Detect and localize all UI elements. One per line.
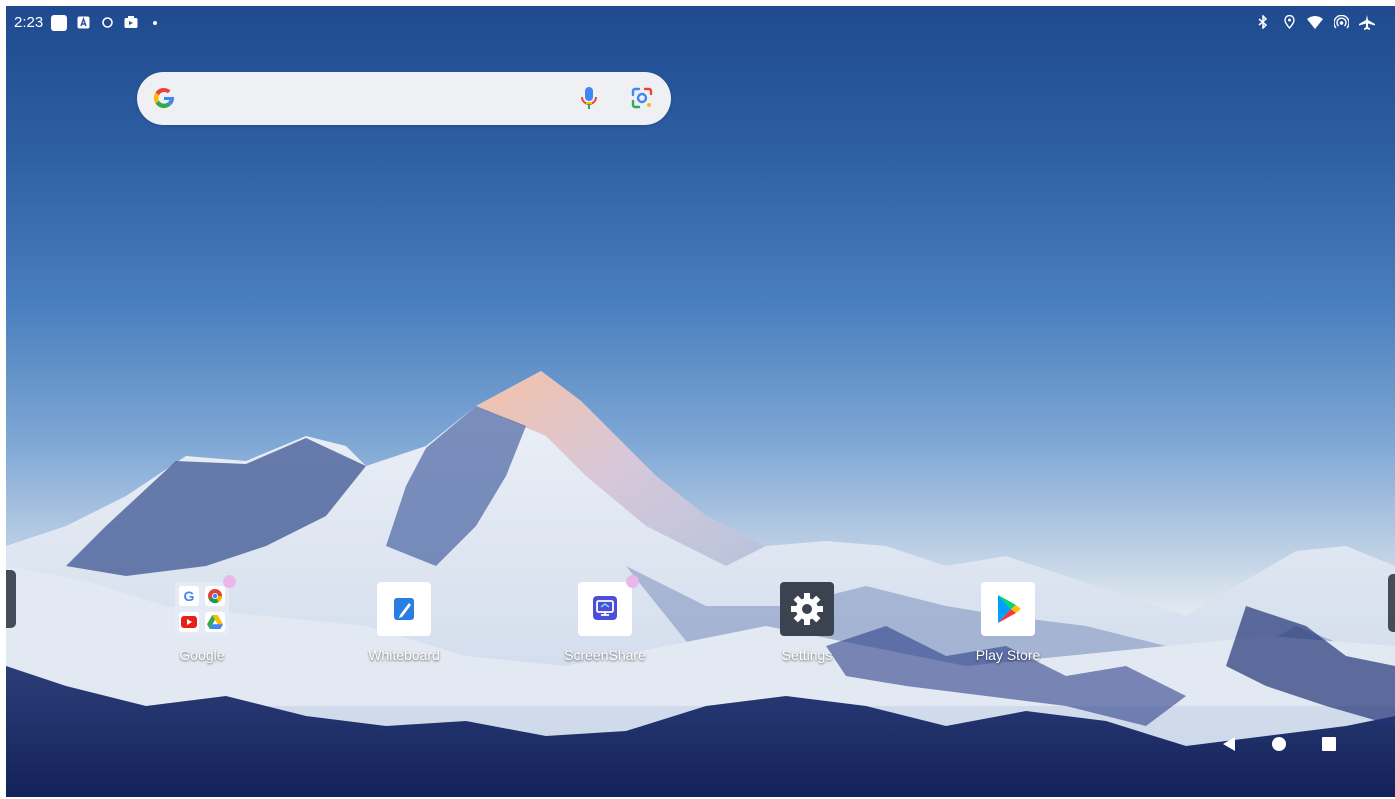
google-search-bar[interactable] (137, 72, 671, 125)
app-label: Play Store (975, 647, 1041, 663)
chrome-mini-icon (205, 586, 225, 606)
status-bar: 2:23 (6, 6, 1395, 40)
drive-mini-icon (205, 612, 225, 632)
status-bar-right (1255, 14, 1375, 30)
whiteboard-icon (377, 582, 431, 636)
google-mini-icon: G (179, 586, 199, 606)
location-icon (1281, 14, 1297, 30)
app-play-store[interactable]: Play Store (948, 582, 1068, 663)
google-folder-icon: G (175, 575, 236, 636)
home-screen: 2:23 G Google Whiteboard ScreenShare Set… (6, 6, 1395, 797)
app-square-icon (51, 14, 68, 31)
play-store-icon (981, 582, 1035, 636)
app-google-folder[interactable]: G Google (142, 575, 262, 663)
right-edge-handle[interactable] (1388, 574, 1395, 632)
youtube-mini-icon (179, 612, 199, 632)
dot-icon (147, 15, 163, 31)
notification-dot (626, 575, 639, 588)
app-label: Whiteboard (368, 647, 440, 663)
sync-circle-icon (99, 15, 115, 31)
a-box-icon (75, 15, 91, 31)
notification-dot (223, 575, 236, 588)
google-logo-icon (151, 85, 177, 116)
wifi-icon (1307, 14, 1323, 30)
left-edge-handle[interactable] (6, 570, 16, 628)
lens-icon[interactable] (630, 86, 654, 115)
mic-icon[interactable] (579, 85, 599, 116)
bluetooth-icon (1255, 14, 1271, 30)
gear-icon (780, 582, 834, 636)
app-label: Settings (781, 647, 833, 663)
status-bar-left: 2:23 (14, 14, 163, 31)
app-settings[interactable]: Settings (747, 582, 867, 663)
app-label: Google (179, 647, 225, 663)
camera-box-icon (123, 15, 139, 31)
home-icon[interactable] (1271, 736, 1287, 757)
navigation-bar (1221, 736, 1337, 757)
screenshare-icon (578, 575, 639, 636)
hotspot-icon (1333, 14, 1349, 30)
clock: 2:23 (14, 14, 44, 31)
recents-icon[interactable] (1321, 736, 1337, 757)
back-icon[interactable] (1221, 736, 1237, 757)
airplane-icon (1359, 14, 1375, 30)
app-label: ScreenShare (564, 647, 646, 663)
app-screenshare[interactable]: ScreenShare (545, 575, 665, 663)
app-whiteboard[interactable]: Whiteboard (344, 582, 464, 663)
